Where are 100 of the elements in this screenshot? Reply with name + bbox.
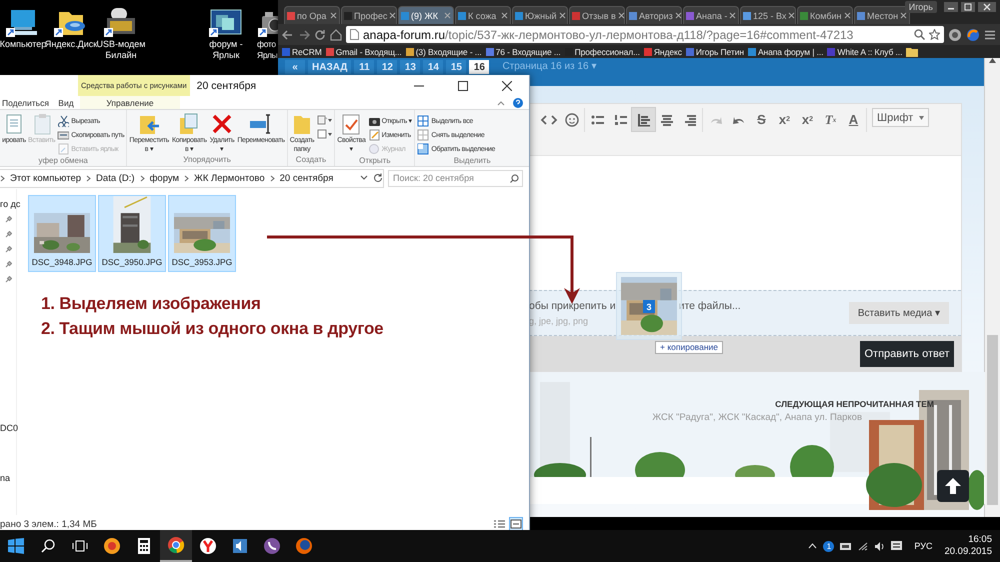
reload-icon[interactable] <box>314 28 326 40</box>
battery-icon[interactable] <box>840 542 852 550</box>
insert-media-button[interactable]: Вставить медиа ▾ <box>848 302 949 324</box>
pin-icon[interactable] <box>5 276 12 283</box>
close-icon[interactable] <box>978 2 996 12</box>
breadcrumb[interactable]: ЖК Лермонтово <box>194 172 265 184</box>
browser-tab[interactable]: (9) ЖК <box>398 6 454 24</box>
page-link[interactable]: 16 <box>469 60 490 74</box>
wifi-icon[interactable] <box>858 542 868 550</box>
forward-icon[interactable] <box>298 28 310 40</box>
breadcrumb[interactable]: Data (D:) <box>96 172 135 184</box>
back-icon[interactable] <box>282 28 294 40</box>
icon-label: фото Ярлы <box>257 39 278 61</box>
bookmark[interactable]: Яндекс <box>644 46 682 56</box>
refresh-icon[interactable] <box>373 173 383 183</box>
chevron-icon <box>86 174 92 182</box>
close-icon[interactable] <box>389 12 396 19</box>
font-dropdown[interactable]: Шрифт <box>872 108 929 127</box>
collapse-icon[interactable] <box>497 100 505 106</box>
address-bar[interactable]: anapa-forum.ru/topic/537-жк-лермонтово-ул-лермонтова-д118/?page=16#comment-47213 <box>346 26 944 43</box>
maximize-icon[interactable] <box>961 2 975 12</box>
scrollbar-thumb[interactable] <box>987 335 998 505</box>
taskbar-app[interactable] <box>160 530 192 562</box>
close-icon[interactable] <box>618 12 625 19</box>
browser-tab[interactable]: Южный <box>512 6 568 24</box>
ribbon-tab[interactable]: Поделиться <box>0 96 52 109</box>
breadcrumb[interactable]: Этот компьютер <box>10 172 82 184</box>
language-indicator[interactable]: РУС <box>914 541 932 551</box>
file-item[interactable]: DSC_3948.JPG <box>28 195 96 272</box>
bookmark[interactable]: Игорь Петин <box>686 46 744 56</box>
bookmark[interactable]: Gmail - Входящ... <box>326 46 402 56</box>
page-link[interactable]: НАЗАД <box>308 60 352 74</box>
home-icon[interactable] <box>330 28 342 40</box>
close-icon[interactable] <box>501 12 508 19</box>
pin-icon[interactable] <box>5 246 12 253</box>
browser-tab[interactable]: К сожа <box>455 6 511 24</box>
close-icon[interactable] <box>788 12 796 19</box>
clock[interactable]: 16:05 20.09.2015 <box>944 534 992 558</box>
page-link[interactable]: 15 <box>446 60 466 74</box>
bookmark[interactable]: (3) Входящие - ... <box>406 46 482 56</box>
file-item[interactable]: DSC_3950.JPG <box>98 195 166 272</box>
new-item-icon[interactable] <box>316 114 332 126</box>
close-icon[interactable] <box>444 12 451 19</box>
file-item[interactable]: DSC_3953.JPG <box>168 195 236 272</box>
easy-access-icon[interactable] <box>316 128 332 140</box>
pin-icon[interactable] <box>5 216 12 223</box>
nav-item[interactable]: na <box>0 473 10 483</box>
pin-icon[interactable] <box>5 231 12 238</box>
superscript-button[interactable]: x$^{2}$ <box>773 108 796 131</box>
browser-tab[interactable]: Отзыв в <box>569 6 625 24</box>
close-icon[interactable] <box>558 12 566 19</box>
menu-icon[interactable] <box>984 28 996 40</box>
breadcrumb[interactable]: форум <box>150 172 180 184</box>
browser-tab[interactable]: Профес <box>341 6 397 24</box>
pin-icon[interactable] <box>5 261 12 268</box>
chevron-up-icon[interactable] <box>808 543 818 549</box>
align-left-icon[interactable] <box>632 108 655 131</box>
star-icon[interactable] <box>929 29 940 40</box>
extension-icon[interactable] <box>966 28 980 42</box>
address-bar[interactable]: Этот компьютер Data (D:) форум ЖК Лермонтово 20 сентября <box>0 168 384 188</box>
breadcrumb[interactable]: 20 сентября <box>280 172 334 184</box>
bookmark[interactable]: Профессионал... <box>564 46 640 56</box>
nav-item[interactable]: го дс <box>0 199 20 209</box>
volume-icon[interactable] <box>874 542 886 550</box>
search-field[interactable]: Поиск: 20 сентября <box>388 170 523 186</box>
bookmark[interactable]: White A :: Клуб ... <box>827 46 902 56</box>
close-icon[interactable] <box>900 12 908 19</box>
search-icon[interactable] <box>510 174 519 182</box>
bookmark[interactable]: 76 - Входящие ... <box>486 46 561 56</box>
close-icon[interactable] <box>674 12 682 19</box>
browser-tab[interactable]: Комбин <box>797 6 853 24</box>
bookmark[interactable]: Анапа форум | ... <box>748 46 824 56</box>
action-center-icon[interactable] <box>891 540 902 552</box>
close-icon[interactable] <box>729 12 736 19</box>
help-icon[interactable] <box>513 98 523 108</box>
page-link[interactable]: 13 <box>400 60 420 74</box>
minimize-icon[interactable] <box>944 2 958 12</box>
browser-tab[interactable]: Местон <box>854 6 910 24</box>
ribbon-tab[interactable]: Вид <box>52 96 80 109</box>
close-icon[interactable] <box>330 12 337 19</box>
submit-button[interactable]: Отправить ответ <box>860 340 954 366</box>
page-link[interactable]: « <box>285 60 305 74</box>
page-link[interactable]: 12 <box>377 60 398 74</box>
dropdown-icon[interactable] <box>360 175 368 181</box>
browser-tab[interactable]: 125 - Вх <box>740 6 796 24</box>
bookmark[interactable]: ReCRM <box>282 46 322 56</box>
profile-name[interactable]: Игорь <box>904 1 937 13</box>
page-link[interactable]: 14 <box>423 60 444 74</box>
tiles-view-button[interactable] <box>509 517 523 531</box>
browser-tab[interactable]: Анапа - <box>683 6 739 24</box>
close-icon[interactable] <box>844 12 850 19</box>
notification-badge[interactable]: 1 <box>823 540 834 552</box>
ribbon-tab[interactable]: Управление <box>80 96 180 109</box>
browser-tab[interactable]: Авториз <box>626 6 682 24</box>
strikethrough-button[interactable]: S <box>750 108 773 131</box>
browser-tab[interactable]: по Ора <box>284 6 340 24</box>
extension-icon[interactable] <box>948 28 962 42</box>
search-icon[interactable] <box>914 29 925 40</box>
text-color-button[interactable]: A <box>842 108 865 131</box>
nav-item[interactable]: DC0 <box>0 423 18 433</box>
